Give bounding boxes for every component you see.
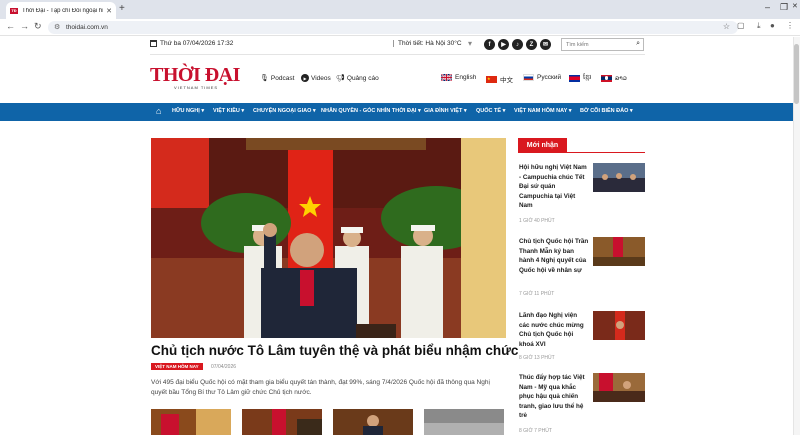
news-time: 7 GIỜ 11 PHÚT	[519, 291, 555, 297]
microphone-icon: 🎙︎	[260, 75, 269, 82]
russia-flag-icon	[523, 74, 534, 81]
news-title[interactable]: Lãnh đạo Nghị viện các nước chúc mừng Ch…	[519, 311, 589, 349]
logo-text: THỜI ĐẠI	[150, 64, 240, 86]
hero-date: 07/04/2026	[211, 364, 237, 370]
back-icon[interactable]: ←	[6, 21, 15, 31]
tiktok-icon[interactable]: ♪	[512, 39, 523, 50]
weather-dropdown-icon[interactable]: ▾	[468, 39, 472, 48]
latest-news-heading: Mới nhận	[518, 138, 567, 152]
cambodia-flag-icon	[569, 75, 580, 82]
current-date: Thứ ba 07/04/2026 17:32	[150, 40, 233, 47]
new-tab-button[interactable]: +	[119, 3, 125, 14]
videos-link[interactable]: ▶ Videos	[301, 74, 331, 82]
videos-label: Videos	[311, 74, 331, 82]
url-text: thoidai.com.vn	[66, 24, 108, 31]
bookmark-star-icon[interactable]: ☆	[723, 22, 730, 31]
browser-tab[interactable]: TĐ Thời Đại - Tạp chí Đối ngoại hi ✕	[6, 2, 116, 19]
related-thumbnail[interactable]	[242, 409, 322, 435]
news-thumbnail[interactable]	[593, 311, 645, 340]
news-thumbnail[interactable]	[593, 163, 645, 192]
search-input[interactable]: Tìm kiếm ⌕	[561, 38, 644, 51]
nav-item-gia-dinh-viet[interactable]: GIA ĐÌNH VIỆT ▾	[424, 108, 467, 114]
news-time: 1 GIỜ 40 PHÚT	[519, 218, 555, 224]
tab-title: Thời Đại - Tạp chí Đối ngoại hi	[22, 7, 104, 14]
zalo-icon[interactable]: Z	[526, 39, 537, 50]
site-logo[interactable]: THỜI ĐẠI VIETNAM TIMES	[150, 65, 246, 90]
facebook-icon[interactable]: f	[484, 39, 495, 50]
site-info-icon[interactable]: ⚙	[54, 23, 60, 31]
related-thumbnail[interactable]	[424, 409, 504, 435]
address-bar-row: ← → ↻ ⚙ thoidai.com.vn ☆	[0, 19, 800, 36]
news-time: 8 GIỜ 7 PHÚT	[519, 428, 552, 434]
news-title[interactable]: Hội hữu nghị Việt Nam - Campuchia chúc T…	[519, 163, 589, 211]
hero-image[interactable]	[151, 138, 506, 338]
url-input[interactable]: ⚙ thoidai.com.vn ☆	[48, 21, 738, 34]
date-text: Thứ ba 07/04/2026 17:32	[160, 40, 234, 47]
ads-label: Quảng cáo	[346, 74, 379, 82]
category-badge[interactable]: VIỆT NAM HÔM NAY	[151, 363, 203, 370]
email-icon[interactable]: ✉	[540, 39, 551, 50]
lang-russian[interactable]: Русский	[523, 74, 561, 81]
lang-label: Русский	[537, 74, 562, 81]
nav-item-bo-coi-bien-dao[interactable]: BỜ CÕI BIÊN ĐẢO ▾	[580, 108, 633, 114]
lang-label: English	[455, 74, 477, 81]
lang-chinese[interactable]: ★ 中文	[486, 74, 513, 84]
nav-item-quoc-te[interactable]: QUỐC TẾ ▾	[476, 108, 505, 114]
news-title[interactable]: Thúc đẩy hợp tác Việt Nam - Mỹ qua khắc …	[519, 373, 589, 421]
minimize-icon[interactable]: –	[765, 2, 770, 12]
podcast-label: Podcast	[270, 74, 295, 82]
scrollbar-thumb[interactable]	[794, 44, 799, 104]
lang-lao[interactable]: ລາວ	[601, 74, 627, 82]
browser-menu-icon[interactable]: ⋮	[786, 21, 794, 30]
ads-link[interactable]: 📢︎ Quảng cáo	[336, 74, 379, 83]
lang-english[interactable]: English	[441, 74, 476, 81]
close-window-icon[interactable]: ✕	[792, 2, 798, 10]
hero-headline[interactable]: Chủ tịch nước Tô Lâm tuyên thệ và phát b…	[151, 343, 518, 358]
news-thumbnail[interactable]	[593, 237, 645, 266]
news-title[interactable]: Chủ tịch Quốc hội Trần Thanh Mẫn ký ban …	[519, 237, 589, 275]
search-placeholder: Tìm kiếm	[566, 42, 589, 48]
youtube-icon[interactable]: ▶	[498, 39, 509, 50]
site-top-bar: Thứ ba 07/04/2026 17:32 Thời tiết: Hà Nộ…	[150, 38, 645, 52]
nav-item-viet-nam-hom-nay[interactable]: VIỆT NAM HÔM NAY ▾	[514, 108, 571, 114]
home-icon[interactable]: ⌂	[156, 106, 161, 116]
nav-item-nhan-quyen[interactable]: NHÂN QUYỀN - GÓC NHÌN THỜI ĐẠI ▾	[321, 108, 421, 114]
search-icon[interactable]: ⌕	[636, 40, 640, 48]
news-time: 8 GIỜ 13 PHÚT	[519, 355, 555, 361]
reload-icon[interactable]: ↻	[34, 21, 42, 32]
megaphone-icon: 📢︎	[336, 75, 345, 82]
play-icon: ▶	[301, 74, 309, 82]
nav-item-huu-nghi[interactable]: HỮU NGHỊ ▾	[172, 108, 204, 114]
related-thumbnail[interactable]	[151, 409, 231, 435]
profile-avatar-icon[interactable]: ●	[770, 21, 775, 30]
related-thumbnail[interactable]	[333, 409, 413, 435]
restore-icon[interactable]: ❐	[780, 2, 788, 13]
forward-icon[interactable]: →	[20, 21, 29, 31]
uk-flag-icon	[441, 74, 452, 81]
download-icon[interactable]: ⤓	[757, 21, 761, 31]
lang-label: ខ្មែរ	[583, 74, 592, 81]
browser-tab-strip: TĐ Thời Đại - Tạp chí Đối ngoại hi ✕ + –…	[0, 0, 800, 19]
weather-text: Thời tiết: Hà Nội 30°C	[393, 40, 462, 47]
divider	[518, 152, 645, 153]
lang-label: 中文	[500, 77, 513, 84]
close-tab-icon[interactable]: ✕	[106, 7, 112, 15]
site-favicon-icon: TĐ	[10, 7, 18, 14]
hero-summary: Với 495 đại biểu Quốc hội có mặt tham gi…	[151, 379, 490, 396]
podcast-link[interactable]: 🎙︎ Podcast	[260, 74, 295, 83]
calendar-icon	[150, 40, 157, 47]
divider	[150, 54, 645, 55]
china-flag-icon: ★	[486, 75, 497, 83]
nav-item-viet-kieu[interactable]: VIỆT KIỀU ▾	[213, 108, 244, 114]
news-thumbnail[interactable]	[593, 373, 645, 402]
extensions-icon[interactable]: ▢	[737, 21, 745, 30]
laos-flag-icon	[601, 74, 612, 82]
lang-label: ລາວ	[615, 75, 627, 82]
lang-khmer[interactable]: ខ្មែរ	[569, 74, 591, 83]
main-nav: ⌂ HỮU NGHỊ ▾ VIỆT KIỀU ▾ CHUYỆN NGOẠI GI…	[0, 103, 793, 121]
nav-item-chuyen-ngoai-giao[interactable]: CHUYỆN NGOẠI GIAO ▾	[253, 108, 316, 114]
